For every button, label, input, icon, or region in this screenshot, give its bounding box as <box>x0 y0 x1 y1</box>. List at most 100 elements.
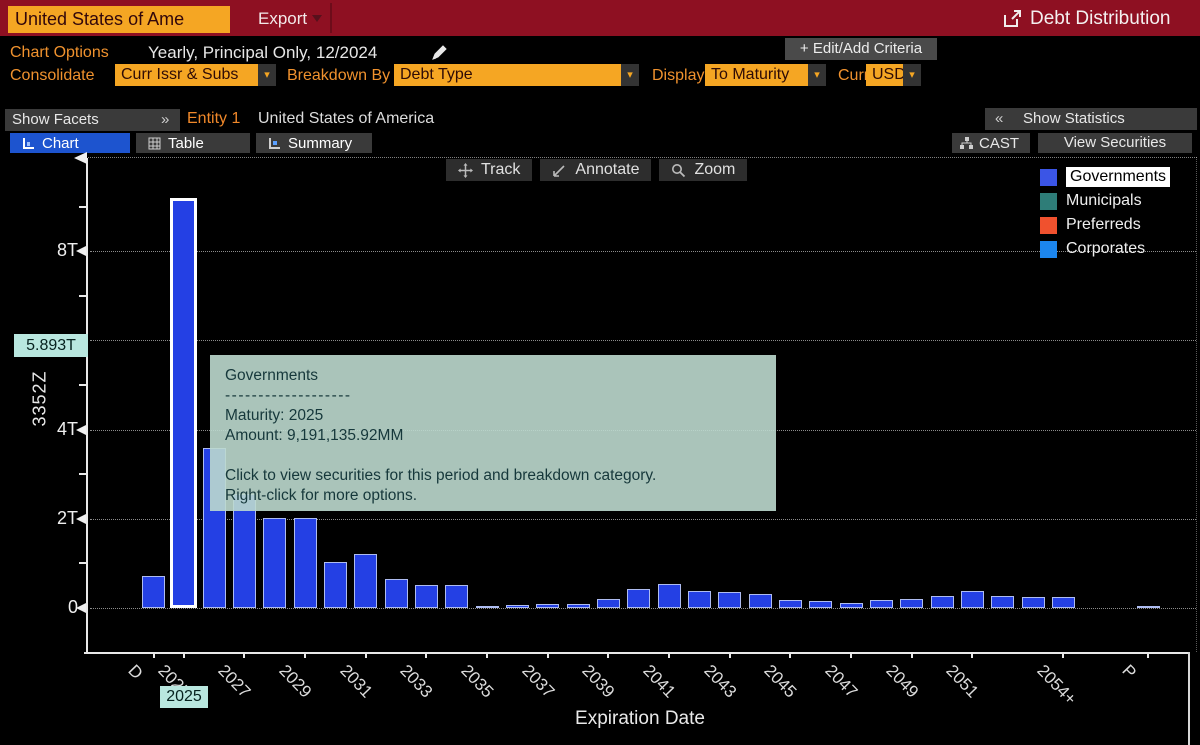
x-tick-label-2054+: 2054+ <box>1033 661 1081 709</box>
x-tick-label-2037: 2037 <box>517 661 558 702</box>
legend-label: Preferreds <box>1066 215 1141 235</box>
x-tick-2037 <box>547 652 549 658</box>
x-tick-2049 <box>911 652 913 658</box>
legend-label: Corporates <box>1066 239 1145 259</box>
legend-item-governments[interactable]: Governments <box>1040 165 1170 189</box>
legend-item-municipals[interactable]: Municipals <box>1040 189 1170 213</box>
bar-2031[interactable] <box>354 554 377 608</box>
y-tick-label-2T: 2T <box>38 508 78 529</box>
y-tick-arrow-icon <box>76 514 86 524</box>
x-tick-label-2045: 2045 <box>760 661 801 702</box>
bar-2052[interactable] <box>991 596 1014 608</box>
y-tick-arrow-icon <box>76 425 86 435</box>
bar-2032[interactable] <box>385 579 408 608</box>
bar-2054+[interactable] <box>1052 597 1075 608</box>
tooltip-hint-1: Click to view securities for this period… <box>225 466 761 486</box>
bar-2041[interactable] <box>658 584 681 608</box>
y-minor-tick <box>79 295 86 297</box>
bar-2027[interactable] <box>233 494 256 608</box>
y-tick-label-8T: 8T <box>38 240 78 261</box>
y-minor-tick <box>79 384 86 386</box>
axis-top-arrow-icon <box>74 152 87 164</box>
debt-distribution-screen: United States of Ame Export Debt Distrib… <box>0 0 1200 745</box>
bar-2028[interactable] <box>263 518 286 608</box>
bar-2049[interactable] <box>900 599 923 608</box>
governments-swatch-icon <box>1040 169 1057 186</box>
bar-2035[interactable] <box>476 606 499 608</box>
corporates-swatch-icon <box>1040 241 1057 258</box>
bar-2034[interactable] <box>445 585 468 608</box>
y-tick-arrow-icon <box>76 246 86 256</box>
x-tick-2027 <box>243 652 245 658</box>
bar-2037[interactable] <box>536 604 559 608</box>
x-tick-label-2047: 2047 <box>821 661 862 702</box>
axis-right-end-line <box>1188 652 1190 745</box>
bar-2053[interactable] <box>1022 597 1045 608</box>
x-tick-2035 <box>486 652 488 658</box>
tooltip-separator: ------------------- <box>225 386 761 406</box>
tooltip-amount: Amount: 9,191,135.92MM <box>225 426 761 446</box>
y-tick-arrow-icon <box>76 603 86 613</box>
gridline-6T <box>90 340 1196 341</box>
tooltip-series-title: Governments <box>225 366 761 386</box>
x-tick-2025 <box>183 652 185 658</box>
x-tick-label-2049: 2049 <box>881 661 922 702</box>
x-tick-2039 <box>607 652 609 658</box>
bar-2042[interactable] <box>688 591 711 608</box>
bar-2036[interactable] <box>506 605 529 608</box>
x-tick-2033 <box>425 652 427 658</box>
x-tick-label-2031: 2031 <box>335 661 376 702</box>
x-tick-P <box>1147 652 1149 658</box>
bar-2039[interactable] <box>597 599 620 608</box>
bar-2025[interactable] <box>170 198 197 608</box>
x-tick-2043 <box>729 652 731 658</box>
bar-2040[interactable] <box>627 589 650 608</box>
bar-2051[interactable] <box>961 591 984 608</box>
x-tick-label-D: D <box>123 661 146 684</box>
bar-2044[interactable] <box>749 594 772 608</box>
x-tick-label-2051: 2051 <box>942 661 983 702</box>
x-tick-label-P: P <box>1118 661 1140 683</box>
y-axis-line <box>86 158 88 652</box>
bar-2048[interactable] <box>870 600 893 608</box>
bar-2033[interactable] <box>415 585 438 608</box>
bar-2029[interactable] <box>294 518 317 608</box>
x-tick-2045 <box>789 652 791 658</box>
x-tick-2041 <box>668 652 670 658</box>
preferreds-swatch-icon <box>1040 217 1057 234</box>
x-tick-label-2041: 2041 <box>639 661 680 702</box>
x-axis-line <box>84 652 1190 654</box>
bar-2046[interactable] <box>809 601 832 608</box>
x-tick-label-2043: 2043 <box>699 661 740 702</box>
x-tick-label-2035: 2035 <box>457 661 498 702</box>
legend-item-preferreds[interactable]: Preferreds <box>1040 213 1170 237</box>
bar-2043[interactable] <box>718 592 741 608</box>
x-tick-2029 <box>304 652 306 658</box>
bar-2050[interactable] <box>931 596 954 608</box>
x-tick-label-2039: 2039 <box>578 661 619 702</box>
x-tick-label-2027: 2027 <box>214 661 255 702</box>
x-tick-2031 <box>365 652 367 658</box>
x-tick-D <box>153 652 155 658</box>
legend-label: Municipals <box>1066 191 1142 211</box>
bar-2047[interactable] <box>840 603 863 608</box>
chart-legend: Governments Municipals Preferreds Corporate… <box>1040 165 1170 261</box>
bar-2030[interactable] <box>324 562 347 608</box>
y-axis-id-label: 3352Z <box>30 354 51 444</box>
bar-P[interactable] <box>1137 606 1160 608</box>
municipals-swatch-icon <box>1040 193 1057 210</box>
bar-2045[interactable] <box>779 600 802 608</box>
x-tick-2047 <box>850 652 852 658</box>
y-tick-label-0: 0 <box>38 597 78 618</box>
bar-D[interactable] <box>142 576 165 608</box>
tooltip-hint-2: Right-click for more options. <box>225 486 761 506</box>
y-minor-tick <box>79 562 86 564</box>
legend-label: Governments <box>1066 167 1170 187</box>
legend-item-corporates[interactable]: Corporates <box>1040 237 1170 261</box>
x-tick-label-2029: 2029 <box>275 661 316 702</box>
x-tick-label-2033: 2033 <box>396 661 437 702</box>
tracked-y-value-tag: 5.893T <box>14 334 88 357</box>
bar-2038[interactable] <box>567 604 590 608</box>
x-tick-2054+ <box>1062 652 1064 658</box>
y-minor-tick <box>79 206 86 208</box>
